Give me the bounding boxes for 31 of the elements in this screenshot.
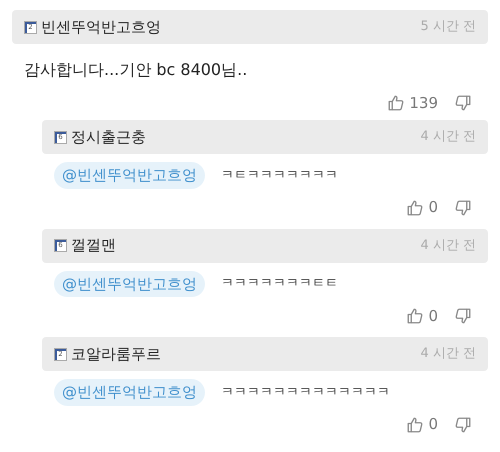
- thumbs-down-icon: [454, 94, 472, 112]
- author-name[interactable]: 빈센뚜억반고흐엉: [41, 16, 161, 38]
- reply-text: ㅋㅋㅋㅋㅋㅋㅋㅋㅋㅋㅋㅋㅋ: [221, 384, 390, 402]
- author-name[interactable]: 껄껄맨: [71, 234, 116, 257]
- dislike-button[interactable]: [454, 198, 472, 216]
- thumbs-up-icon: [406, 416, 424, 434]
- comment-text: 감사합니다...기안 bc 8400님..: [23, 59, 248, 81]
- author-name[interactable]: 코알라룸푸르: [71, 342, 161, 366]
- timestamp: 4 시간 전: [420, 236, 476, 255]
- thumbs-down-icon: [454, 307, 472, 325]
- author-name[interactable]: 정시출근충: [71, 126, 146, 148]
- reply-text: ㅋㅋㅋㅋㅋㅋㅋㅌㅌ: [221, 275, 338, 293]
- dislike-button[interactable]: [454, 94, 472, 112]
- reply-text: ㅋㅌㅋㅋㅋㅋㅋㅋㅋ: [221, 166, 338, 184]
- dislike-button[interactable]: [454, 307, 472, 325]
- thumbs-up-icon: [387, 94, 406, 112]
- mention-tag[interactable]: @빈센뚜억반고흐엉: [54, 379, 205, 406]
- thumbs-down-icon: [454, 416, 472, 434]
- like-button[interactable]: 0: [406, 196, 438, 219]
- dislike-button[interactable]: [454, 416, 472, 434]
- thumbs-up-icon: [406, 307, 424, 325]
- like-button[interactable]: 0: [406, 304, 438, 328]
- timestamp: 4 시간 전: [420, 345, 476, 364]
- thumbs-down-icon: [454, 198, 472, 216]
- timestamp: 5 시간 전: [420, 18, 476, 36]
- thumbs-up-icon: [406, 198, 424, 216]
- timestamp: 4 시간 전: [420, 128, 476, 146]
- mention-tag[interactable]: @빈센뚜억반고흐엉: [54, 162, 205, 188]
- like-button[interactable]: 0: [406, 413, 438, 436]
- like-button[interactable]: 139: [387, 92, 438, 114]
- mention-tag[interactable]: @빈센뚜억반고흐엉: [54, 270, 205, 297]
